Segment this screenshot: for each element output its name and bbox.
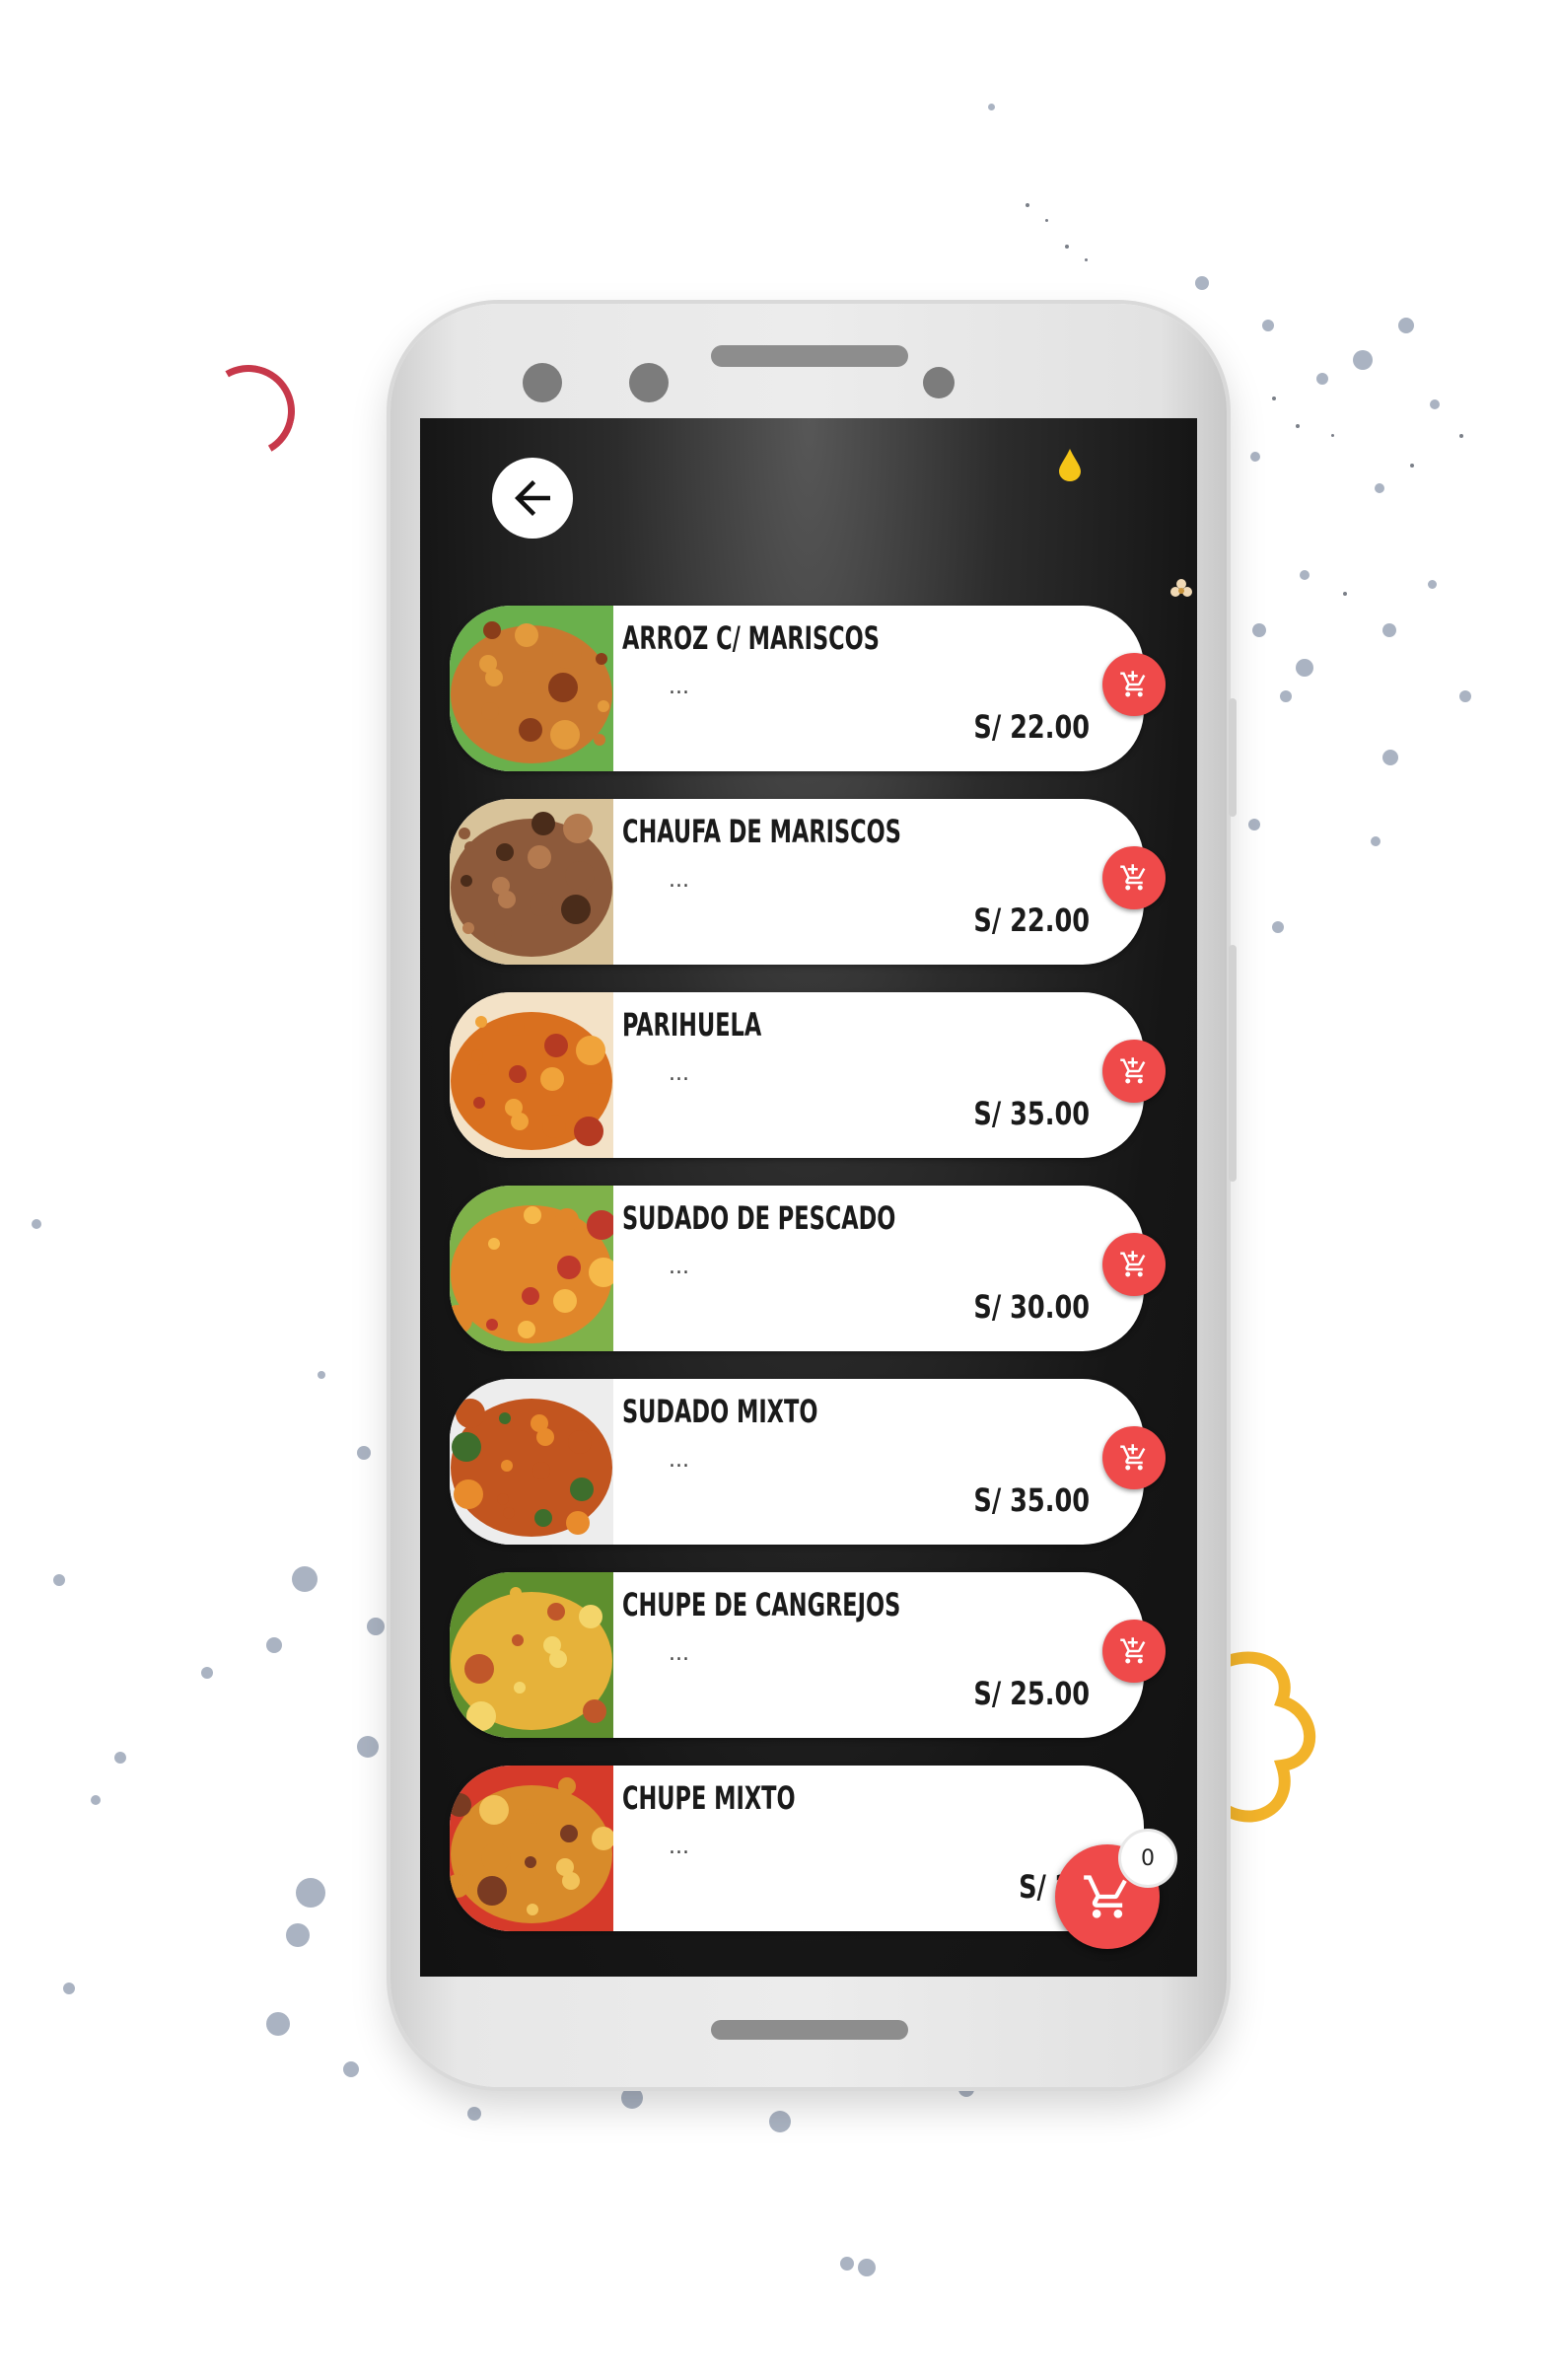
add-to-cart-button[interactable]: [1102, 1426, 1166, 1489]
dish-name: PARIHUELA: [622, 1006, 762, 1044]
cart-count-badge: 0: [1118, 1829, 1177, 1888]
swirl-decoration: [191, 354, 306, 469]
volume-button: [1229, 698, 1237, 817]
menu-item-card[interactable]: CHUPE DE CANGREJOS ... S/ 25.00: [450, 1572, 1144, 1738]
flower-decoration-icon: [1170, 579, 1192, 597]
dish-name: SUDADO MIXTO: [622, 1393, 818, 1430]
add-to-cart-button[interactable]: [1102, 1040, 1166, 1103]
arrow-left-icon: [515, 480, 550, 516]
mixed-stew-image: [450, 1379, 613, 1545]
rice-seafood-image: [450, 606, 613, 771]
dish-price: S/ 30.00: [973, 1288, 1090, 1326]
dish-name: CHUPE DE CANGREJOS: [622, 1586, 901, 1623]
dish-name: CHUPE MIXTO: [622, 1779, 796, 1817]
power-button: [1229, 945, 1237, 1182]
menu-item-card[interactable]: PARIHUELA ... S/ 35.00: [450, 992, 1144, 1158]
dish-price: S/ 35.00: [973, 1095, 1090, 1132]
earpiece-speaker: [711, 345, 908, 367]
add-to-cart-icon: [1120, 1444, 1146, 1471]
front-camera-icon: [923, 367, 955, 398]
shopping-cart-icon: [1084, 1875, 1127, 1918]
fish-stew-image: [450, 1186, 613, 1351]
bottom-speaker: [711, 2020, 908, 2040]
dish-price: S/ 25.00: [973, 1675, 1090, 1712]
add-to-cart-button[interactable]: [1102, 846, 1166, 909]
dish-description: ...: [669, 1448, 689, 1473]
add-to-cart-button[interactable]: [1102, 1233, 1166, 1296]
menu-item-card[interactable]: SUDADO MIXTO ... S/ 35.00: [450, 1379, 1144, 1545]
add-to-cart-icon: [1120, 1057, 1146, 1084]
dish-description: ...: [669, 675, 689, 699]
menu-item-card[interactable]: CHUPE MIXTO ... S/ 25: [450, 1766, 1144, 1931]
menu-item-card[interactable]: SUDADO DE PESCADO ... S/ 30.00: [450, 1186, 1144, 1351]
dish-name: SUDADO DE PESCADO: [622, 1199, 896, 1237]
dish-description: ...: [669, 1835, 689, 1859]
camera-icon: [523, 363, 562, 402]
add-to-cart-icon: [1120, 1637, 1146, 1664]
add-to-cart-icon: [1120, 864, 1146, 891]
back-button[interactable]: [492, 458, 573, 539]
mixed-chowder-image: [450, 1766, 613, 1931]
crab-chowder-image: [450, 1572, 613, 1738]
sensor-icon: [629, 363, 669, 402]
add-to-cart-button[interactable]: [1102, 653, 1166, 716]
dish-description: ...: [669, 1255, 689, 1279]
menu-item-card[interactable]: CHAUFA DE MARISCOS ... S/ 22.00: [450, 799, 1144, 965]
fried-rice-seafood-image: [450, 799, 613, 965]
dish-description: ...: [669, 868, 689, 893]
dish-description: ...: [669, 1641, 689, 1666]
dish-description: ...: [669, 1061, 689, 1086]
drop-decoration-icon: [1059, 449, 1081, 481]
dish-name: ARROZ C/ MARISCOS: [622, 619, 880, 657]
dish-price: S/ 22.00: [973, 902, 1090, 939]
add-to-cart-icon: [1120, 671, 1146, 697]
add-to-cart-icon: [1120, 1251, 1146, 1277]
app-screen: ARROZ C/ MARISCOS ... S/ 22.00 CHAUFA DE…: [420, 418, 1197, 1977]
parihuela-soup-image: [450, 992, 613, 1158]
add-to-cart-button[interactable]: [1102, 1620, 1166, 1683]
dish-price: S/ 35.00: [973, 1481, 1090, 1519]
dish-price: S/ 22.00: [973, 708, 1090, 746]
menu-item-card[interactable]: ARROZ C/ MARISCOS ... S/ 22.00: [450, 606, 1144, 771]
dish-name: CHAUFA DE MARISCOS: [622, 813, 901, 850]
